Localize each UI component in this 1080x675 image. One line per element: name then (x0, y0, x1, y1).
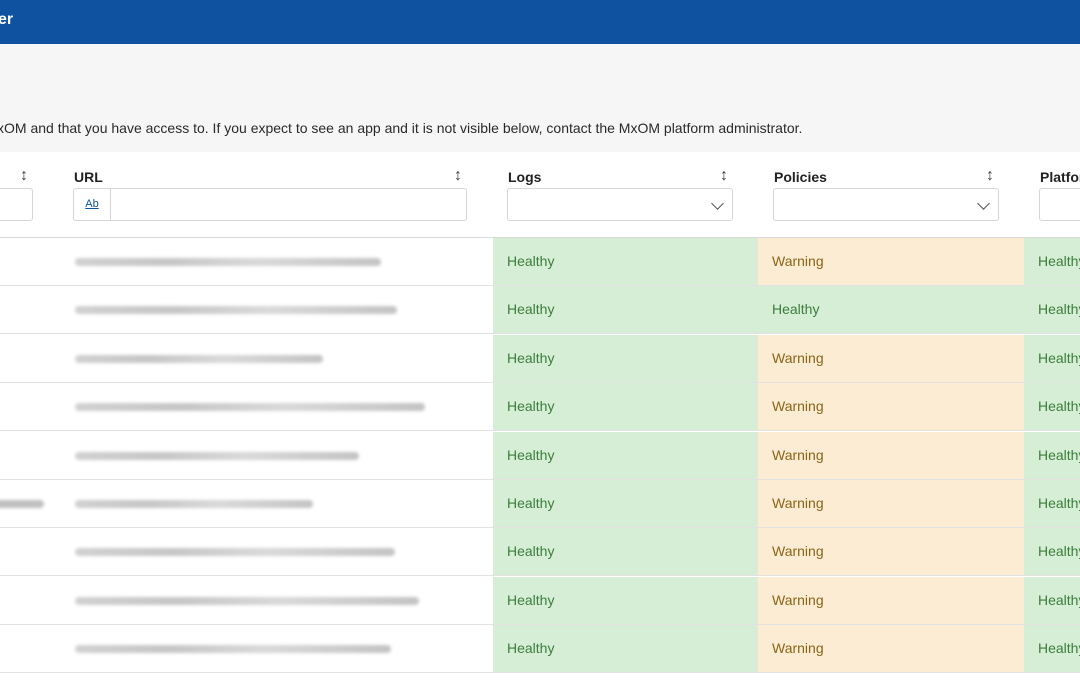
table-row[interactable]: Healthy Healthy Healthy (0, 286, 1080, 335)
logs-status-cell-status-text: Healthy (507, 446, 555, 463)
platform-status-cell: Healthy (1024, 383, 1080, 431)
policies-status-cell: Warning (758, 625, 1024, 673)
logs-filter-select[interactable] (507, 188, 733, 221)
policies-status-cell: Healthy (758, 286, 1024, 334)
table-header: ↕ URL ↕ Ab Logs ↕ Policies ↕ Platfor (0, 152, 1080, 238)
policies-status-cell-status-text: Warning (772, 591, 824, 608)
sort-icon[interactable]: ↕ (986, 168, 996, 184)
logs-status-cell: Healthy (493, 286, 758, 334)
policies-status-cell: Warning (758, 238, 1024, 285)
platform-status-cell-status-text: Healthy (1038, 591, 1080, 608)
table-row[interactable]: Healthy Warning Healthy (0, 383, 1080, 432)
platform-status-cell: Healthy (1024, 238, 1080, 285)
policies-status-cell-status-text: Warning (772, 446, 824, 463)
policies-status-cell: Warning (758, 431, 1024, 479)
policies-status-cell-status-text: Warning (772, 398, 824, 415)
header-url-column: URL ↕ Ab (60, 152, 480, 237)
policies-status-cell-status-text: Healthy (772, 301, 820, 318)
logs-status-cell-status-text: Healthy (507, 349, 555, 366)
platform-status-cell-status-text: Healthy (1038, 349, 1080, 366)
app-name-redacted (0, 500, 44, 508)
logs-status-cell: Healthy (493, 431, 758, 479)
top-bar: er (0, 0, 1080, 44)
app-title: er (0, 11, 14, 28)
url-redacted[interactable] (75, 258, 381, 266)
table-row[interactable]: Healthy Warning Healthy (0, 625, 1080, 674)
logs-status-cell-status-text: Healthy (507, 398, 555, 415)
logs-status-cell-status-text: Healthy (507, 543, 555, 560)
policies-status-cell: Warning (758, 576, 1024, 624)
platform-status-cell: Healthy (1024, 528, 1080, 576)
policies-status-cell-status-text: Warning (772, 640, 824, 657)
platform-status-cell: Healthy (1024, 480, 1080, 527)
platform-filter-select[interactable] (1039, 188, 1080, 221)
policies-column-label: Policies (774, 169, 827, 185)
policies-status-cell-status-text: Warning (772, 495, 824, 511)
logs-status-cell-status-text: Healthy (507, 301, 555, 318)
policies-status-cell-status-text: Warning (772, 543, 824, 560)
platform-status-cell: Healthy (1024, 431, 1080, 479)
url-filter-input[interactable]: Ab (73, 188, 467, 221)
platform-status-cell-status-text: Healthy (1038, 446, 1080, 463)
table-row[interactable]: Healthy Warning Healthy (0, 238, 1080, 286)
logs-status-cell-status-text: Healthy (507, 253, 555, 269)
logs-status-cell: Healthy (493, 625, 758, 673)
policies-status-cell-status-text: Warning (772, 253, 824, 269)
table-row[interactable]: Healthy Warning Healthy (0, 431, 1080, 480)
policies-status-cell-status-text: Warning (772, 349, 824, 366)
policies-status-cell: Warning (758, 528, 1024, 576)
policies-filter-select[interactable] (773, 188, 999, 221)
chevron-down-icon (711, 197, 724, 210)
policies-status-cell: Warning (758, 480, 1024, 527)
logs-status-cell: Healthy (493, 576, 758, 624)
platform-status-cell: Healthy (1024, 576, 1080, 624)
apps-table: ↕ URL ↕ Ab Logs ↕ Policies ↕ Platfor Hea… (0, 152, 1080, 675)
platform-status-cell-status-text: Healthy (1038, 495, 1080, 511)
sort-icon[interactable]: ↕ (720, 168, 730, 184)
case-sensitive-toggle[interactable]: Ab (74, 189, 111, 220)
url-redacted[interactable] (75, 306, 397, 315)
header-policies-column: Policies ↕ (758, 152, 1024, 237)
logs-status-cell: Healthy (493, 528, 758, 576)
sort-icon[interactable]: ↕ (454, 168, 464, 184)
logs-status-cell-status-text: Healthy (507, 495, 555, 511)
sort-icon[interactable]: ↕ (20, 168, 30, 184)
logs-column-label: Logs (508, 169, 542, 185)
url-redacted[interactable] (75, 451, 359, 460)
url-redacted[interactable] (75, 645, 391, 654)
policies-status-cell: Warning (758, 334, 1024, 382)
url-redacted[interactable] (75, 354, 323, 363)
table-row[interactable]: Healthy Warning Healthy (0, 576, 1080, 625)
header-logs-column: Logs ↕ (493, 152, 758, 237)
policies-status-cell: Warning (758, 383, 1024, 431)
url-redacted[interactable] (75, 548, 395, 557)
platform-status-cell: Healthy (1024, 334, 1080, 382)
platform-status-cell-status-text: Healthy (1038, 640, 1080, 657)
logs-status-cell-status-text: Healthy (507, 640, 555, 657)
platform-status-cell-status-text: Healthy (1038, 301, 1080, 318)
logs-status-cell-status-text: Healthy (507, 591, 555, 608)
logs-status-cell: Healthy (493, 334, 758, 382)
logs-status-cell: Healthy (493, 480, 758, 527)
chevron-down-icon (977, 197, 990, 210)
logs-status-cell: Healthy (493, 383, 758, 431)
name-filter-input[interactable] (0, 188, 33, 221)
intro-text: xOM and that you have access to. If you … (0, 120, 803, 136)
platform-status-cell-status-text: Healthy (1038, 398, 1080, 415)
table-row[interactable]: Healthy Warning Healthy (0, 480, 1080, 528)
platform-column-label: Platfor (1040, 169, 1080, 185)
url-redacted[interactable] (75, 500, 313, 508)
url-redacted[interactable] (75, 403, 425, 412)
platform-status-cell: Healthy (1024, 625, 1080, 673)
url-column-label: URL (74, 169, 103, 185)
platform-status-cell-status-text: Healthy (1038, 253, 1080, 269)
table-row[interactable]: Healthy Warning Healthy (0, 334, 1080, 383)
table-row[interactable]: Healthy Warning Healthy (0, 528, 1080, 577)
logs-status-cell: Healthy (493, 238, 758, 285)
header-name-column: ↕ (0, 152, 60, 237)
url-redacted[interactable] (75, 596, 419, 605)
platform-status-cell-status-text: Healthy (1038, 543, 1080, 560)
platform-status-cell: Healthy (1024, 286, 1080, 334)
header-platform-column: Platfor (1024, 152, 1080, 237)
